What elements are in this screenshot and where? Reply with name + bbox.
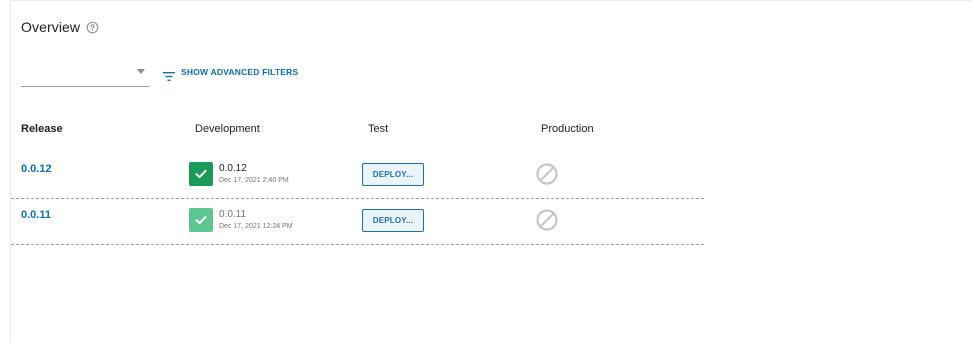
deployed-version: 0.0.12	[219, 163, 247, 174]
check-icon	[195, 215, 207, 225]
help-circle-icon[interactable]	[86, 21, 99, 34]
deploy-button[interactable]: DEPLOY...	[362, 209, 424, 232]
deployed-date: Dec 17, 2021 12:24 PM	[219, 223, 293, 230]
not-allowed-icon	[536, 163, 558, 185]
not-allowed-icon	[536, 209, 558, 231]
release-link[interactable]: 0.0.12	[21, 163, 52, 175]
show-advanced-filters-button[interactable]: SHOW ADVANCED FILTERS	[163, 67, 299, 81]
chevron-down-icon	[137, 69, 145, 74]
deploy-button[interactable]: DEPLOY...	[362, 163, 424, 186]
deployed-version: 0.0.11	[219, 209, 247, 220]
content-panel	[10, 0, 972, 343]
deployment-status-badge[interactable]	[189, 162, 213, 186]
show-advanced-filters-label: SHOW ADVANCED FILTERS	[181, 67, 299, 77]
deployment-status-badge[interactable]	[189, 208, 213, 232]
filter-list-icon	[163, 68, 175, 81]
page-title: Overview	[21, 19, 81, 35]
column-header-test: Test	[368, 123, 389, 135]
page-heading: Overview	[21, 19, 99, 35]
column-header-release: Release	[21, 123, 63, 135]
column-header-development: Development	[195, 123, 260, 135]
column-header-production: Production	[541, 123, 594, 135]
row-divider	[11, 244, 704, 245]
release-link[interactable]: 0.0.11	[21, 209, 51, 221]
deployed-date: Dec 17, 2021 2:40 PM	[219, 177, 289, 184]
row-divider	[11, 198, 704, 199]
check-icon	[195, 169, 207, 179]
channel-select[interactable]	[21, 62, 149, 87]
